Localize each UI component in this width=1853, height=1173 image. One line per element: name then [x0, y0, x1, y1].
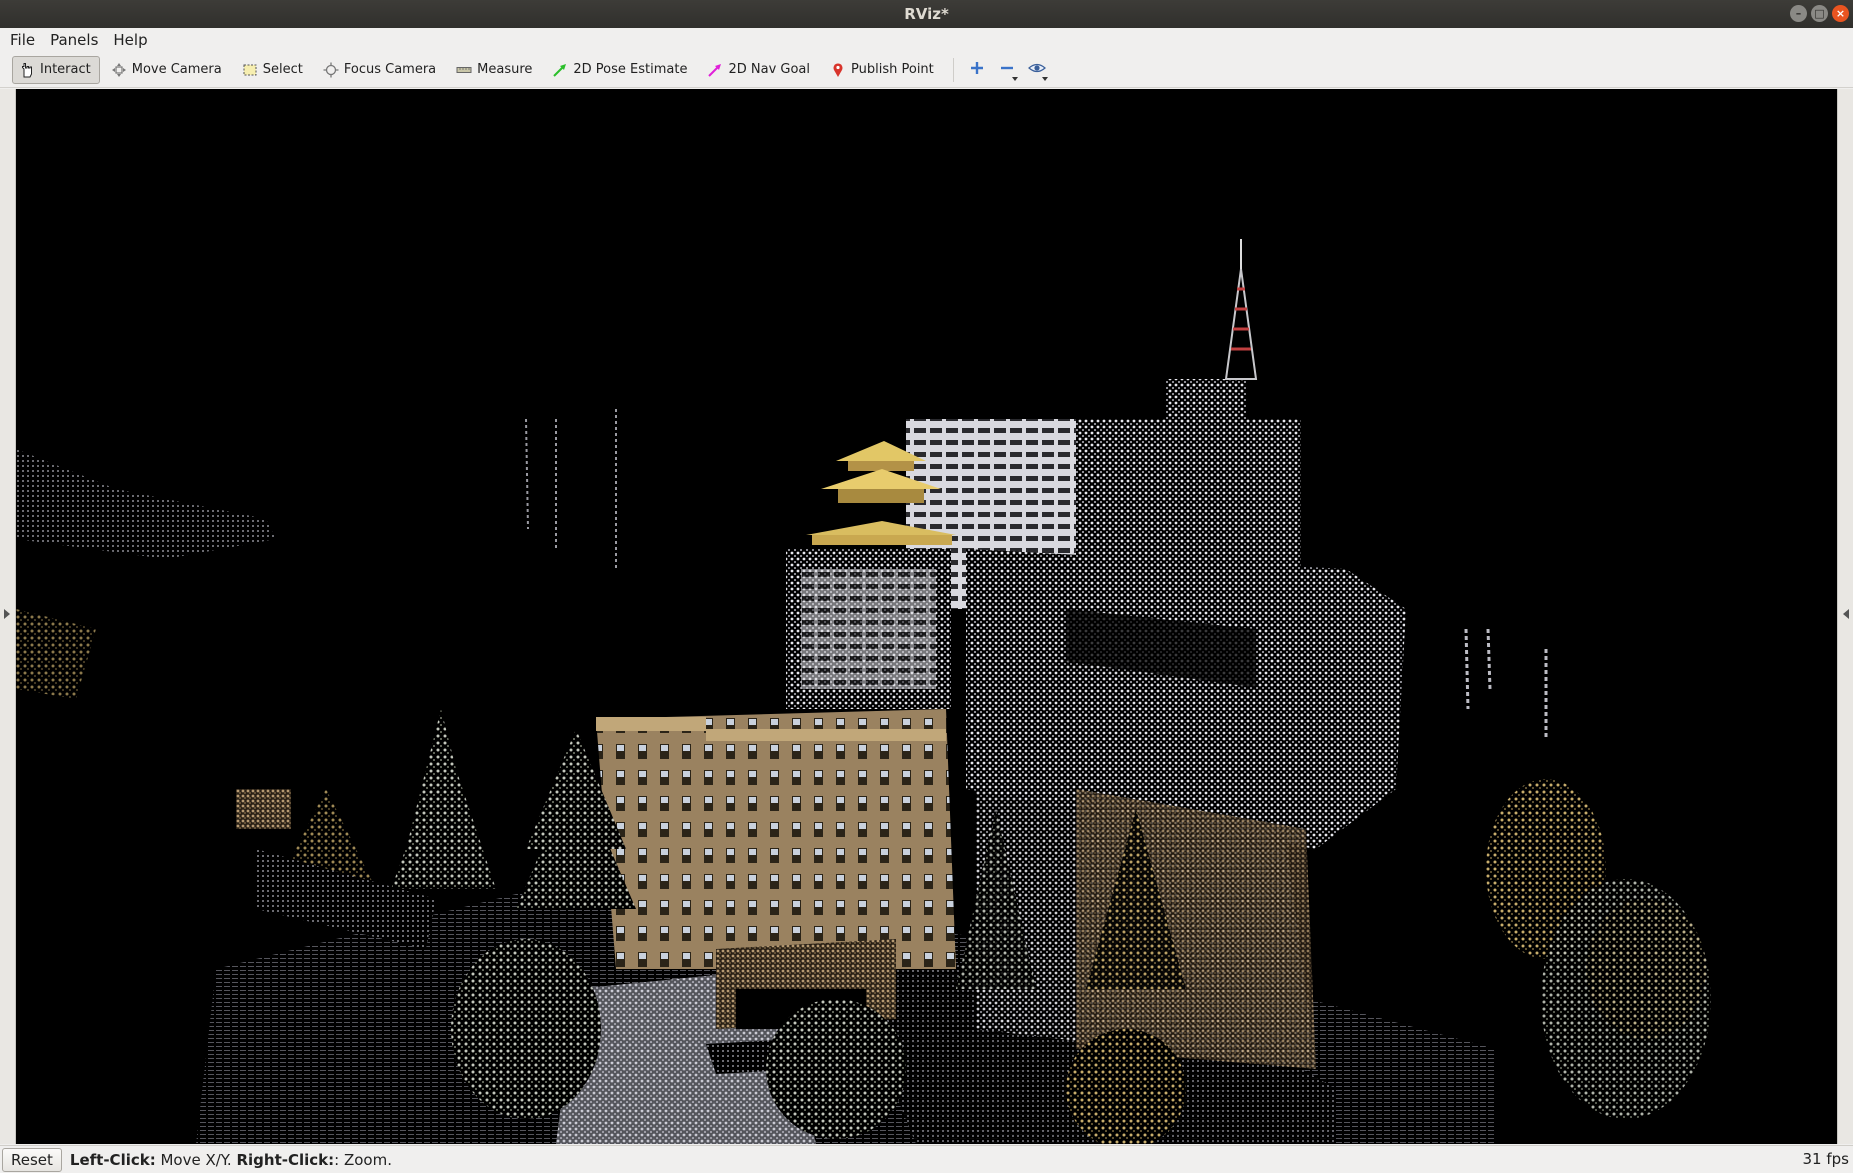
chevron-left-icon	[1843, 609, 1849, 619]
right-click-action: : Zoom.	[334, 1150, 392, 1169]
tool-move-camera[interactable]: Move Camera	[104, 56, 231, 84]
tool-label: Interact	[40, 62, 91, 77]
left-click-label: Left-Click:	[69, 1150, 156, 1169]
tool-label: Select	[262, 62, 303, 77]
tool-label: Focus Camera	[343, 62, 437, 77]
point-cloud-render	[16, 239, 1711, 1144]
magenta-arrow-icon	[706, 61, 724, 79]
select-box-icon	[241, 61, 259, 79]
reset-button[interactable]: Reset	[2, 1147, 62, 1172]
hand-icon	[18, 61, 36, 79]
menu-file[interactable]: File	[10, 31, 35, 49]
tool-label: Measure	[477, 62, 533, 77]
green-arrow-icon	[551, 61, 569, 79]
toolbar-separator	[952, 57, 954, 82]
chevron-down-icon	[1011, 76, 1018, 81]
tool-publish-point[interactable]: Publish Point	[823, 56, 943, 84]
left-dock-collapse-handle[interactable]	[0, 89, 16, 1144]
tool-label: Move Camera	[131, 62, 222, 77]
right-click-label: Right-Click:	[236, 1150, 335, 1169]
minimize-button[interactable]: –	[1790, 5, 1807, 22]
tool-select[interactable]: Select	[235, 56, 312, 84]
tool-measure[interactable]: Measure	[449, 56, 541, 84]
tool-label: 2D Nav Goal	[728, 62, 811, 77]
tool-label: 2D Pose Estimate	[573, 62, 688, 77]
tool-focus-camera[interactable]: Focus Camera	[316, 56, 445, 84]
ruler-icon	[455, 61, 473, 79]
render-3d-viewport[interactable]	[16, 89, 1837, 1144]
view-options-button[interactable]	[1022, 56, 1052, 84]
maximize-button[interactable]: □	[1811, 5, 1828, 22]
chevron-right-icon	[4, 609, 10, 619]
tool-interact[interactable]: Interact	[12, 55, 100, 84]
remove-tool-button[interactable]	[992, 56, 1022, 84]
status-bar: Reset Left-Click: Move X/Y. Right-Click:…	[0, 1145, 1853, 1173]
window-titlebar: RViz* – □ ×	[0, 0, 1853, 28]
move-camera-icon	[110, 61, 128, 79]
fps-counter: 31 fps	[1802, 1150, 1849, 1168]
tool-2d-pose-estimate[interactable]: 2D Pose Estimate	[545, 56, 696, 84]
add-tool-button[interactable]	[962, 56, 992, 84]
tool-label: Publish Point	[851, 62, 934, 77]
close-button[interactable]: ×	[1832, 5, 1849, 22]
window-controls: – □ ×	[1790, 5, 1849, 22]
menu-help[interactable]: Help	[113, 31, 147, 49]
tools-toolbar: Interact Move Camera Select Focus Camera…	[0, 52, 1853, 88]
focus-camera-icon	[322, 61, 340, 79]
left-click-action: Move X/Y.	[155, 1150, 237, 1169]
menu-panels[interactable]: Panels	[50, 31, 98, 49]
window-title: RViz*	[904, 5, 949, 23]
status-hint: Left-Click: Move X/Y. Right-Click:: Zoom…	[70, 1151, 392, 1169]
map-pin-icon	[829, 61, 847, 79]
menu-bar: File Panels Help	[0, 28, 1853, 52]
tool-2d-nav-goal[interactable]: 2D Nav Goal	[700, 56, 819, 84]
add-tool-icon	[969, 60, 985, 80]
chevron-down-icon	[1041, 76, 1048, 81]
right-dock-collapse-handle[interactable]	[1837, 89, 1853, 1144]
